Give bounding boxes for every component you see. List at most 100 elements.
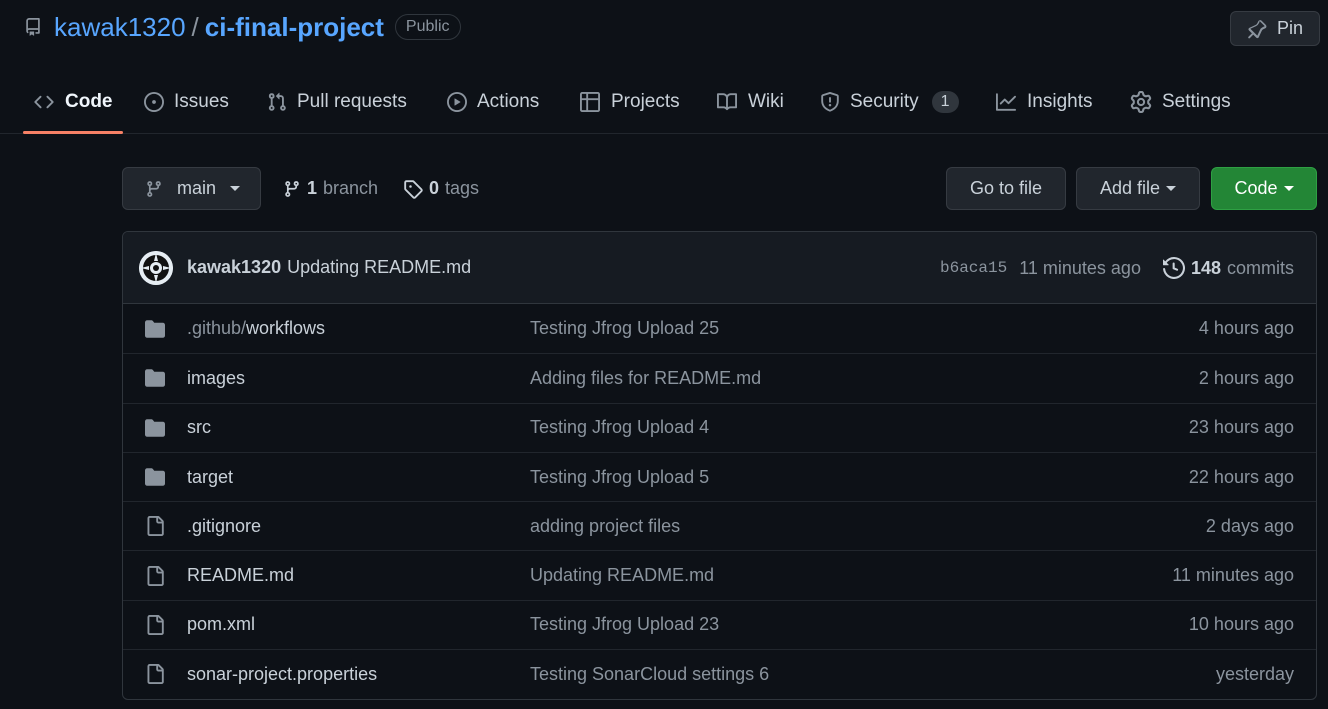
commit-time: 11 minutes ago: [1019, 257, 1141, 278]
file-commit-age: yesterday: [1215, 663, 1294, 684]
commit-sha-link[interactable]: b6aca15: [940, 259, 1007, 277]
file-commit-message-link[interactable]: Testing Jfrog Upload 25: [530, 318, 719, 339]
branch-count: 1: [307, 178, 318, 198]
repo-path-separator: /: [191, 11, 199, 42]
tab-wiki-label: Wiki: [748, 91, 784, 112]
file-commit-age: 4 hours ago: [1198, 318, 1294, 339]
repo-header: kawak1320 / ci-final-project Public: [24, 10, 461, 44]
file-name-link[interactable]: images: [187, 368, 245, 389]
tab-actions-label: Actions: [477, 91, 540, 112]
commit-history-link[interactable]: 148 commits: [1162, 257, 1294, 279]
repo-owner-link[interactable]: kawak1320: [54, 12, 186, 43]
commit-count: 148: [1190, 257, 1221, 278]
chevron-down-icon: [1283, 186, 1294, 191]
table-icon: [579, 92, 601, 112]
tab-projects[interactable]: Projects: [579, 70, 680, 134]
commit-meta: b6aca15 11 minutes ago 148 commits: [940, 232, 1294, 304]
file-icon: [143, 664, 167, 685]
avatar[interactable]: [139, 250, 173, 285]
tab-settings[interactable]: Settings: [1130, 70, 1231, 134]
file-name-link[interactable]: sonar-project.properties: [187, 664, 377, 685]
tab-pull-requests-label: Pull requests: [297, 91, 407, 112]
folder-icon: [143, 418, 167, 438]
chevron-down-icon: [230, 186, 241, 191]
file-name-link[interactable]: .github/workflows: [187, 318, 325, 339]
folder-icon: [143, 319, 167, 339]
repo-name-link[interactable]: ci-final-project: [205, 12, 384, 43]
code-dropdown-button[interactable]: Code: [1211, 167, 1317, 210]
file-commit-message-link[interactable]: adding project files: [530, 516, 680, 537]
file-name-link[interactable]: .gitignore: [187, 516, 261, 537]
repo-tabs: Code Issues Pull requests Actions Projec…: [0, 70, 1328, 134]
file-commit-message-link[interactable]: Adding files for README.md: [530, 368, 761, 389]
file-name-link[interactable]: pom.xml: [187, 614, 255, 635]
file-commit-age: 10 hours ago: [1188, 614, 1294, 635]
file-commit-message-link[interactable]: Updating README.md: [530, 565, 714, 586]
add-file-label: Add file: [1099, 178, 1161, 198]
tab-security[interactable]: Security 1: [820, 70, 959, 134]
branch-count-label: branch: [323, 178, 379, 198]
tab-code-label: Code: [65, 91, 113, 112]
tags-link[interactable]: 0 tags: [403, 167, 479, 210]
tab-code[interactable]: Code: [33, 70, 113, 134]
file-name: workflows: [246, 318, 326, 339]
tag-count: 0: [429, 178, 440, 198]
go-to-file-label: Go to file: [969, 178, 1043, 198]
file-row[interactable]: .github/workflows Testing Jfrog Upload 2…: [123, 304, 1316, 353]
file-row[interactable]: README.md Updating README.md 11 minutes …: [123, 550, 1316, 599]
commit-author-link[interactable]: kawak1320: [187, 257, 281, 278]
code-button-label: Code: [1234, 178, 1278, 198]
tab-actions[interactable]: Actions: [447, 70, 539, 134]
gear-icon: [1130, 91, 1152, 113]
tab-pull-requests[interactable]: Pull requests: [267, 70, 407, 134]
file-icon: [143, 565, 167, 586]
file-name-link[interactable]: target: [187, 467, 233, 488]
graph-icon: [995, 92, 1017, 112]
file-commit-message-link[interactable]: Testing SonarCloud settings 6: [530, 664, 769, 685]
file-commit-age: 23 hours ago: [1188, 417, 1294, 438]
branch-selector-button[interactable]: main: [122, 167, 261, 210]
tab-issues[interactable]: Issues: [144, 70, 229, 134]
git-branch-icon: [283, 179, 301, 199]
file-row[interactable]: target Testing Jfrog Upload 5 22 hours a…: [123, 451, 1316, 501]
tag-icon: [403, 179, 423, 199]
commit-message-link[interactable]: Updating README.md: [287, 257, 471, 278]
file-row[interactable]: .gitignore adding project files 2 days a…: [123, 501, 1316, 550]
file-path-prefix: .github/: [187, 318, 247, 339]
tab-insights-label: Insights: [1027, 91, 1093, 112]
history-icon: [1162, 257, 1185, 279]
tab-issues-label: Issues: [174, 91, 229, 112]
file-name-link[interactable]: src: [187, 417, 211, 438]
branch-name: main: [177, 178, 217, 198]
play-icon: [447, 92, 467, 112]
file-list: .github/workflows Testing Jfrog Upload 2…: [123, 304, 1316, 698]
add-file-button[interactable]: Add file: [1076, 167, 1200, 210]
file-commit-message-link[interactable]: Testing Jfrog Upload 5: [530, 467, 709, 488]
folder-icon: [143, 467, 167, 487]
book-icon: [716, 92, 738, 112]
tab-insights[interactable]: Insights: [995, 70, 1092, 134]
file-row[interactable]: src Testing Jfrog Upload 4 23 hours ago: [123, 402, 1316, 452]
go-to-file-button[interactable]: Go to file: [946, 167, 1066, 210]
file-commit-age: 22 hours ago: [1188, 466, 1294, 487]
file-row[interactable]: sonar-project.properties Testing SonarCl…: [123, 649, 1316, 698]
file-row[interactable]: images Adding files for README.md 2 hour…: [123, 353, 1316, 402]
pin-label: Pin: [1276, 18, 1303, 38]
branches-link[interactable]: 1 branch: [283, 167, 378, 210]
file-name-link[interactable]: README.md: [187, 565, 294, 586]
file-commit-age: 2 days ago: [1205, 515, 1294, 536]
tab-wiki[interactable]: Wiki: [716, 70, 784, 134]
pin-icon: [1247, 19, 1267, 39]
security-alert-counter: 1: [931, 91, 959, 113]
active-tab-indicator: [23, 131, 123, 134]
pin-button[interactable]: Pin: [1230, 11, 1320, 46]
file-commit-message-link[interactable]: Testing Jfrog Upload 4: [530, 417, 709, 438]
visibility-badge: Public: [394, 14, 461, 40]
file-commit-message-link[interactable]: Testing Jfrog Upload 23: [530, 614, 719, 635]
shield-icon: [820, 92, 840, 112]
latest-commit-bar: kawak1320 Updating README.md b6aca15 11 …: [123, 232, 1316, 304]
file-icon: [143, 614, 167, 635]
file-row[interactable]: pom.xml Testing Jfrog Upload 23 10 hours…: [123, 599, 1316, 649]
tag-count-label: tags: [445, 178, 480, 198]
file-commit-age: 11 minutes ago: [1172, 565, 1294, 586]
